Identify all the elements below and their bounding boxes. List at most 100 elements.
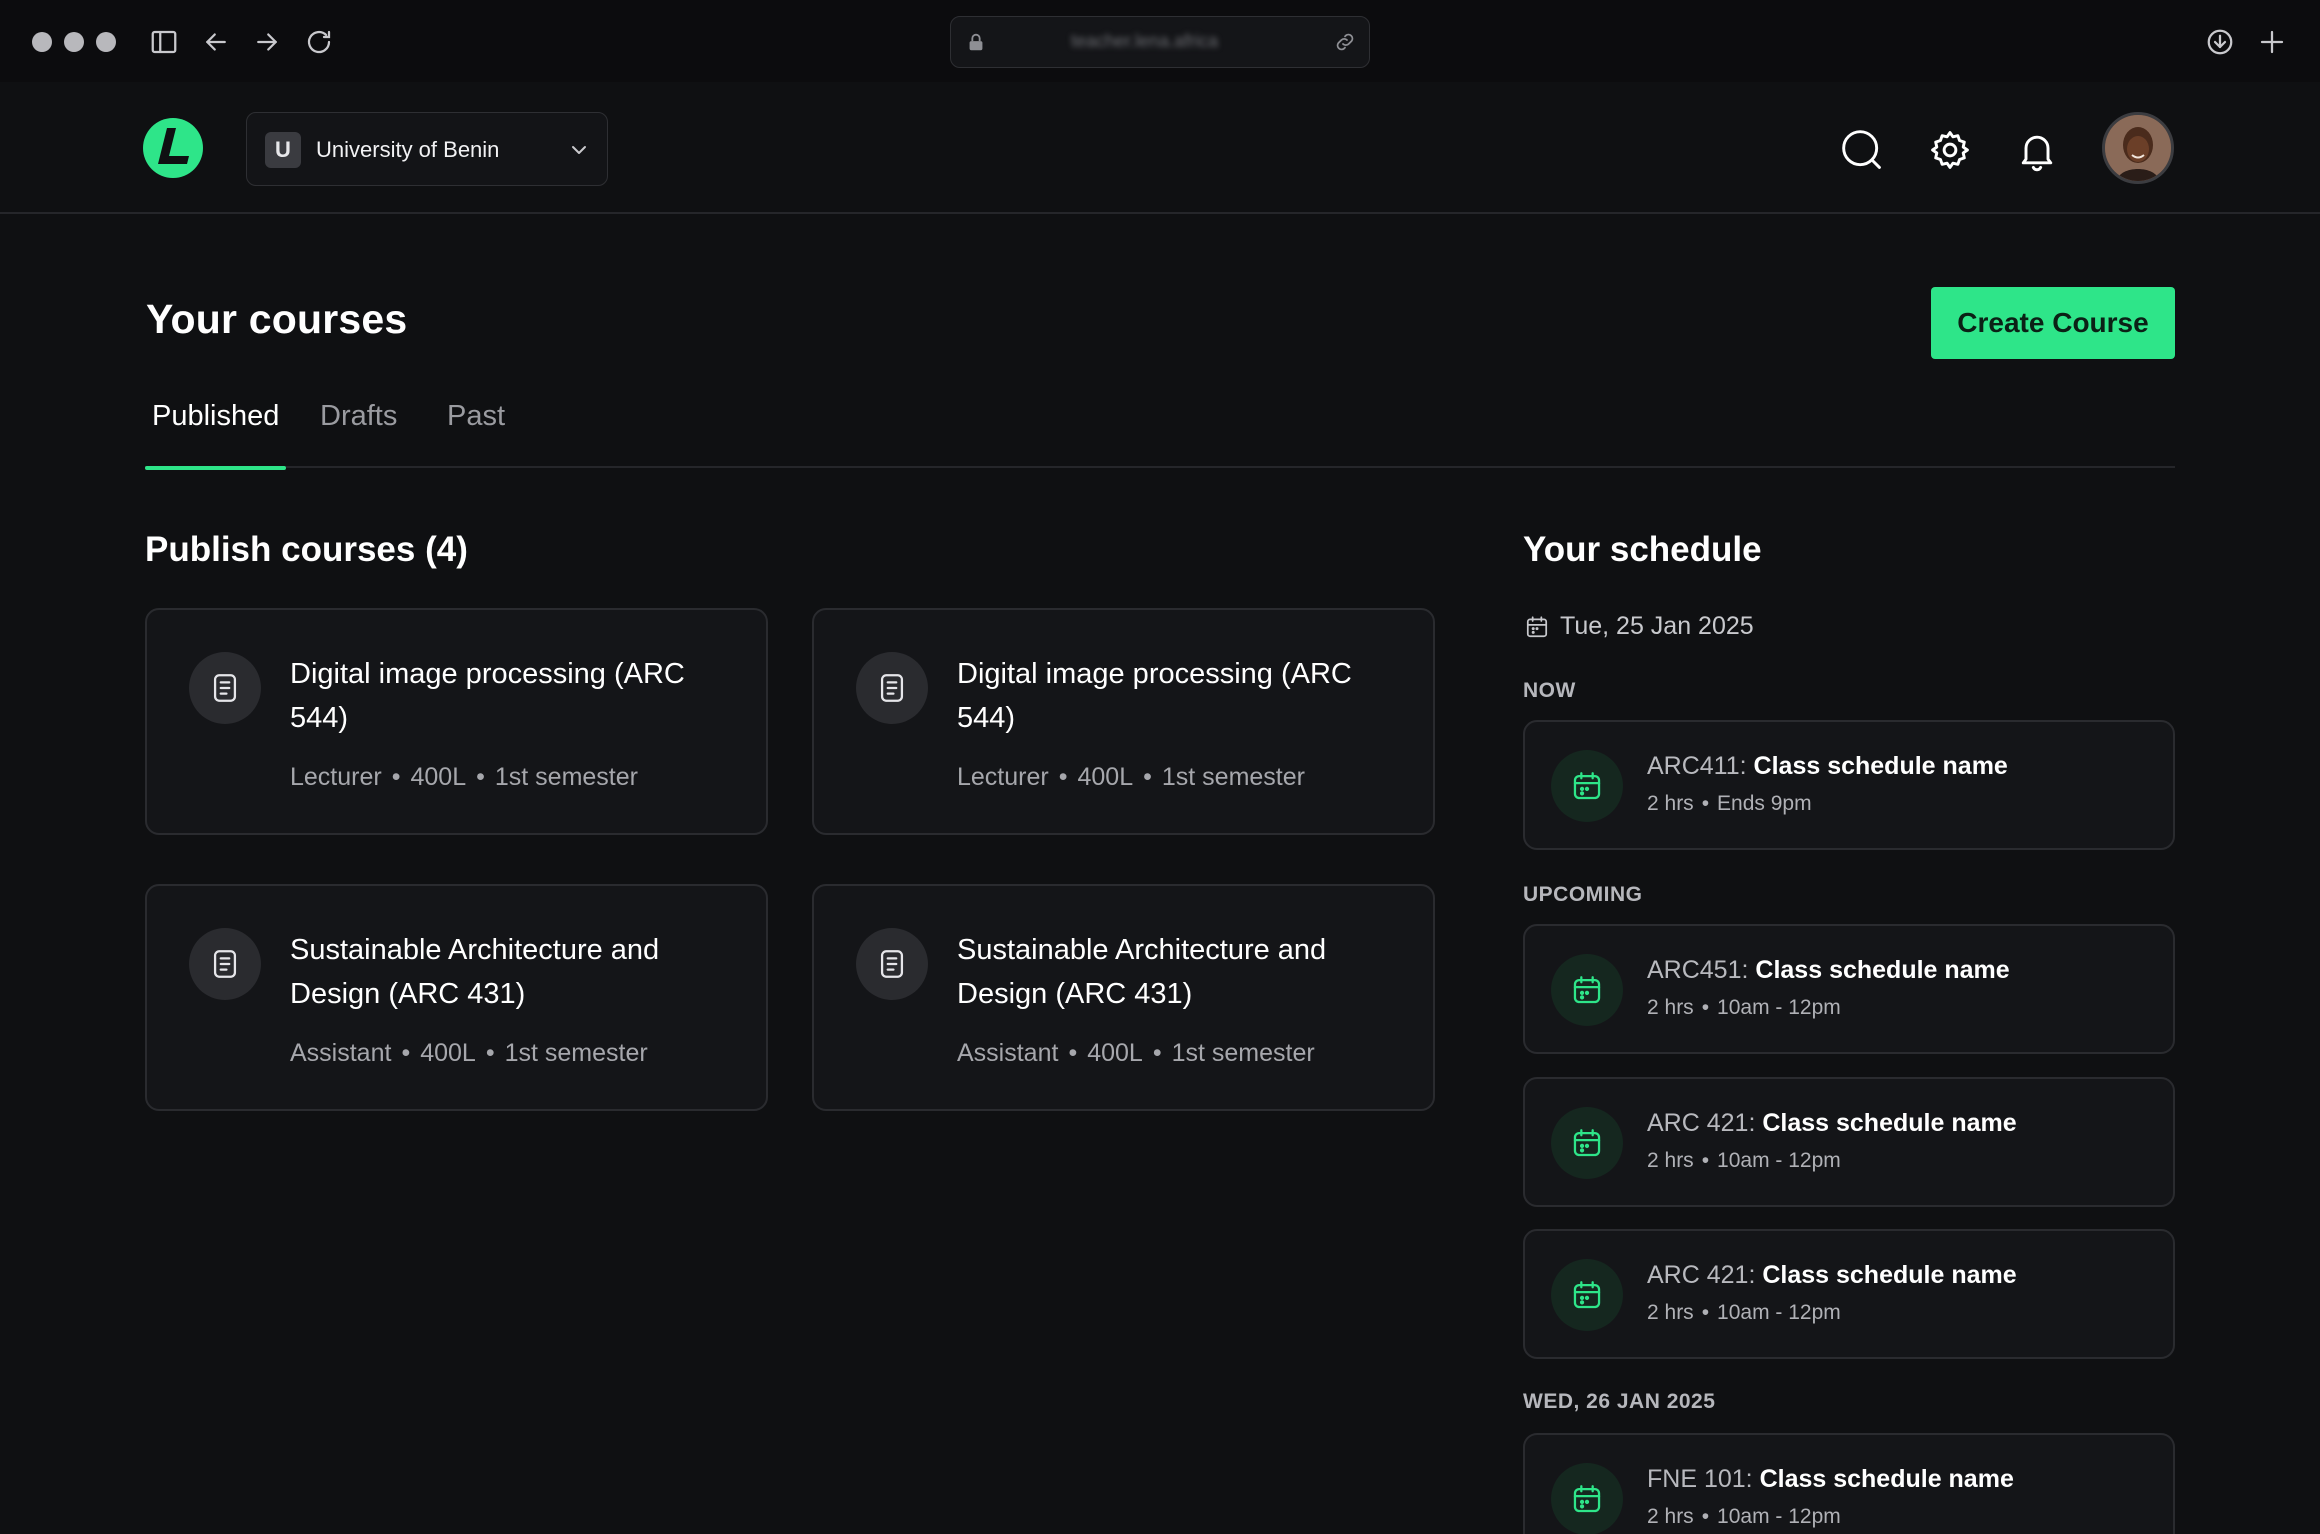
next-day-label: WED, 26 JAN 2025 xyxy=(1523,1390,1716,1413)
course-card[interactable]: Sustainable Architecture and Design (ARC… xyxy=(812,884,1435,1111)
maximize-window-button[interactable] xyxy=(96,32,116,52)
chevron-down-icon xyxy=(572,146,586,154)
calendar-icon xyxy=(1551,1259,1623,1331)
schedule-details: 2 hrs • 10am - 12pm xyxy=(1647,1505,1841,1528)
schedule-course-code: ARC 421: xyxy=(1647,1261,1756,1289)
schedule-time: 10am - 12pm xyxy=(1717,1301,1841,1324)
course-meta: Lecturer • 400L • 1st semester xyxy=(290,763,638,791)
schedule-time: Ends 9pm xyxy=(1717,792,1812,815)
schedule-time: 10am - 12pm xyxy=(1717,1149,1841,1172)
course-role: Assistant xyxy=(957,1039,1059,1067)
university-select[interactable]: U University of Benin xyxy=(246,112,608,186)
course-semester: 1st semester xyxy=(1161,763,1305,791)
schedule-name: Class schedule name xyxy=(1753,752,2008,780)
schedule-course-code: ARC 421: xyxy=(1647,1109,1756,1137)
course-semester: 1st semester xyxy=(1171,1039,1315,1067)
document-icon xyxy=(189,928,261,1000)
course-level: 400L xyxy=(1077,763,1134,791)
course-meta: Lecturer • 400L • 1st semester xyxy=(957,763,1305,791)
gear-icon[interactable] xyxy=(1926,126,1974,174)
schedule-title: ARC 421: Class schedule name xyxy=(1647,1109,2017,1138)
schedule-title: ARC451: Class schedule name xyxy=(1647,956,2010,985)
course-semester: 1st semester xyxy=(504,1039,648,1067)
course-meta: Assistant • 400L • 1st semester xyxy=(290,1039,648,1067)
course-title: Digital image processing (ARC 544) xyxy=(290,658,685,734)
university-badge: U xyxy=(265,132,301,168)
schedule-item[interactable]: ARC411: Class schedule name 2 hrs • Ends 9… xyxy=(1523,720,2175,850)
schedule-item[interactable]: ARC 421: Class schedule name 2 hrs • 10am … xyxy=(1523,1229,2175,1359)
schedule-title: ARC 421: Class schedule name xyxy=(1647,1261,2017,1290)
bell-icon[interactable] xyxy=(2013,126,2061,174)
course-title: Sustainable Architecture and Design (ARC… xyxy=(290,934,660,1010)
published-courses-heading: Publish courses (4) xyxy=(145,530,468,569)
lock-icon xyxy=(969,33,983,51)
schedule-item[interactable]: ARC451: Class schedule name 2 hrs • 10am -… xyxy=(1523,924,2175,1054)
minimize-window-button[interactable] xyxy=(64,32,84,52)
schedule-name: Class schedule name xyxy=(1755,956,2010,984)
browser-chrome: teacher.lena.africa xyxy=(0,0,2320,82)
app-logo[interactable] xyxy=(143,118,203,178)
schedule-details: 2 hrs • 10am - 12pm xyxy=(1647,996,1841,1019)
schedule-course-code: ARC411: xyxy=(1647,752,1747,780)
schedule-heading: Your schedule xyxy=(1523,530,1762,569)
course-card[interactable]: Digital image processing (ARC 544) Lectu… xyxy=(812,608,1435,835)
page-title: Your courses xyxy=(146,296,408,342)
new-tab-icon[interactable] xyxy=(2254,24,2290,60)
schedule-name: Class schedule name xyxy=(1762,1109,2017,1137)
calendar-icon xyxy=(1551,1463,1623,1534)
schedule-course-code: ARC451: xyxy=(1647,956,1749,984)
course-role: Lecturer xyxy=(290,763,382,791)
schedule-item[interactable]: FNE 101: Class schedule name 2 hrs • 10am … xyxy=(1523,1433,2175,1534)
course-semester: 1st semester xyxy=(494,763,638,791)
course-card[interactable]: Digital image processing (ARC 544) Lectu… xyxy=(145,608,768,835)
schedule-item[interactable]: ARC 421: Class schedule name 2 hrs • 10am … xyxy=(1523,1077,2175,1207)
course-role: Assistant xyxy=(290,1039,392,1067)
schedule-course-code: FNE 101: xyxy=(1647,1465,1753,1493)
upcoming-label: UPCOMING xyxy=(1523,883,1643,906)
download-icon[interactable] xyxy=(2202,24,2238,60)
app-header: U University of Benin xyxy=(0,82,2320,214)
calendar-icon xyxy=(1551,750,1623,822)
course-card[interactable]: Sustainable Architecture and Design (ARC… xyxy=(145,884,768,1111)
tab-published[interactable]: Published xyxy=(145,400,287,470)
document-icon xyxy=(856,652,928,724)
tab-drafts[interactable]: Drafts xyxy=(313,400,404,468)
course-title: Sustainable Architecture and Design (ARC… xyxy=(957,934,1327,1010)
schedule-name: Class schedule name xyxy=(1759,1465,2014,1493)
schedule-duration: 2 hrs xyxy=(1647,1149,1694,1172)
window-controls xyxy=(32,32,116,52)
schedule-details: 2 hrs • 10am - 12pm xyxy=(1647,1301,1841,1324)
user-avatar[interactable] xyxy=(2102,112,2174,184)
address-bar[interactable]: teacher.lena.africa xyxy=(950,16,1370,68)
schedule-time: 10am - 12pm xyxy=(1717,1505,1841,1528)
course-role: Lecturer xyxy=(957,763,1049,791)
tab-past[interactable]: Past xyxy=(440,400,512,468)
search-icon[interactable] xyxy=(1838,126,1886,174)
close-window-button[interactable] xyxy=(32,32,52,52)
document-icon xyxy=(856,928,928,1000)
schedule-date-text: Tue, 25 Jan 2025 xyxy=(1560,612,1754,640)
url-text: teacher.lena.africa xyxy=(1071,31,1219,51)
schedule-duration: 2 hrs xyxy=(1647,1505,1694,1528)
schedule-details: 2 hrs • 10am - 12pm xyxy=(1647,1149,1841,1172)
course-tabs: Published Drafts Past xyxy=(145,398,2175,470)
reload-icon[interactable] xyxy=(301,24,337,60)
course-title: Digital image processing (ARC 544) xyxy=(957,658,1352,734)
forward-arrow-icon[interactable] xyxy=(249,24,285,60)
course-level: 400L xyxy=(410,763,467,791)
calendar-icon xyxy=(1551,954,1623,1026)
link-icon[interactable] xyxy=(1333,30,1357,54)
course-level: 400L xyxy=(1087,1039,1143,1067)
schedule-duration: 2 hrs xyxy=(1647,792,1694,815)
schedule-time: 10am - 12pm xyxy=(1717,996,1841,1019)
schedule-duration: 2 hrs xyxy=(1647,996,1694,1019)
schedule-date: Tue, 25 Jan 2025 xyxy=(1524,612,1754,641)
university-name: University of Benin xyxy=(316,137,500,162)
schedule-duration: 2 hrs xyxy=(1647,1301,1694,1324)
calendar-icon xyxy=(1526,615,1548,637)
back-arrow-icon[interactable] xyxy=(198,24,234,60)
document-icon xyxy=(189,652,261,724)
sidebar-toggle-icon[interactable] xyxy=(146,24,182,60)
course-level: 400L xyxy=(420,1039,476,1067)
create-course-button[interactable]: Create Course xyxy=(1931,287,2175,359)
